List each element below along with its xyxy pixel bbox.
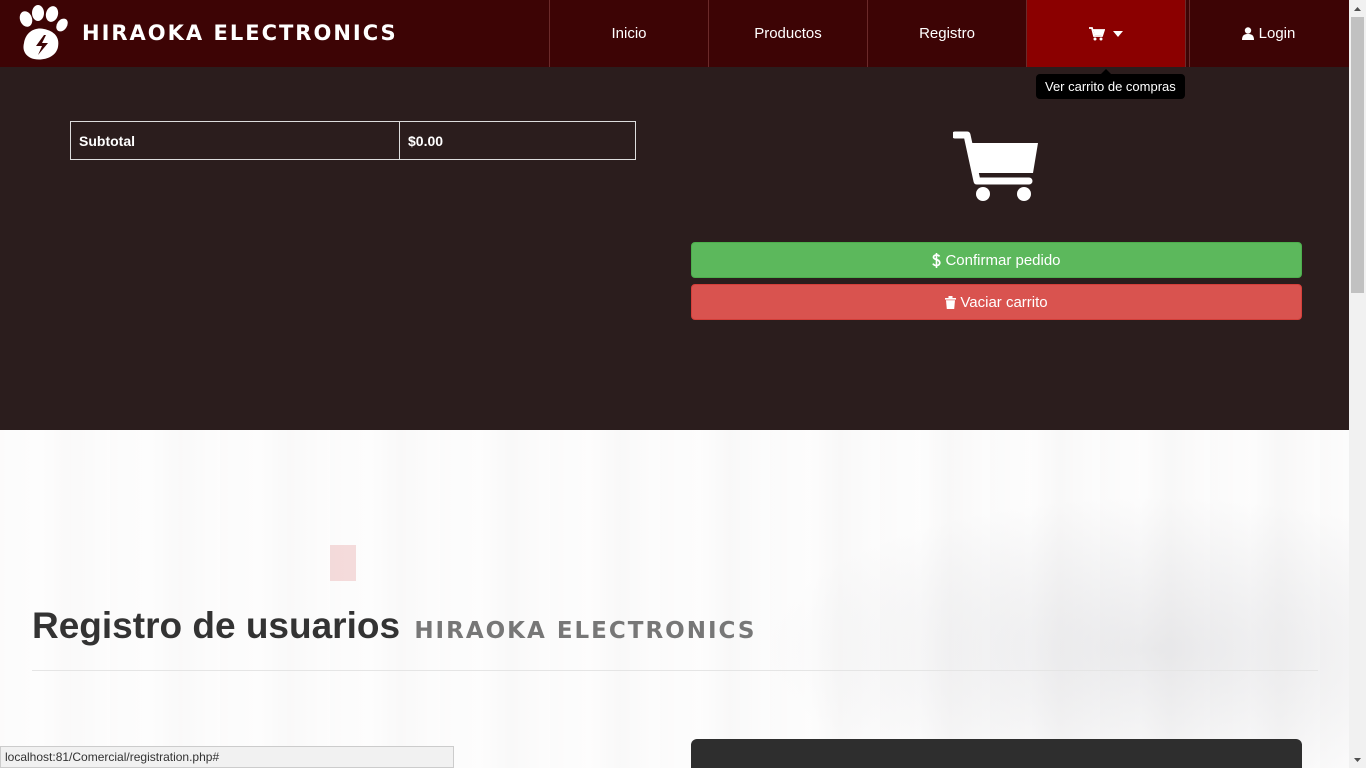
page-title: Registro de usuarios HIRAOKA ELECTRONICS (32, 605, 756, 647)
nav-item-cart-dropdown[interactable] (1026, 0, 1186, 67)
registration-panel (691, 739, 1302, 768)
shopping-cart-icon (953, 131, 1038, 201)
background-image-detail (330, 545, 356, 581)
confirm-order-button[interactable]: Confirmar pedido (691, 242, 1302, 278)
dollar-icon (932, 252, 942, 268)
empty-cart-button[interactable]: Vaciar carrito (691, 284, 1302, 320)
paw-lightning-icon (19, 5, 68, 60)
background-image (700, 470, 1349, 768)
subtotal-label: Subtotal (70, 121, 400, 160)
divider (32, 670, 1318, 671)
login-label: Login (1258, 25, 1296, 42)
caret-down-icon (1113, 30, 1123, 37)
scroll-down-arrow-icon[interactable] (1349, 751, 1366, 768)
user-icon (1241, 27, 1254, 40)
scrollbar-thumb[interactable] (1351, 17, 1364, 293)
nav-item-productos[interactable]: Productos (708, 0, 867, 67)
navbar: HIRAOKA ELECTRONICS Inicio Productos Reg… (0, 0, 1349, 67)
trash-icon (945, 295, 957, 309)
nav-item-registro[interactable]: Registro (867, 0, 1026, 67)
subtotal-table: Subtotal $0.00 (70, 121, 636, 160)
brand[interactable]: HIRAOKA ELECTRONICS (14, 4, 398, 62)
page-title-brand: HIRAOKA ELECTRONICS (414, 618, 757, 644)
nav-item-login[interactable]: Login (1189, 0, 1347, 67)
vertical-scrollbar[interactable] (1349, 0, 1366, 768)
scroll-up-arrow-icon[interactable] (1349, 0, 1366, 17)
table-row: Subtotal $0.00 (70, 121, 636, 160)
brand-name: HIRAOKA ELECTRONICS (82, 21, 398, 45)
shopping-cart-icon (1089, 26, 1105, 40)
empty-cart-label: Vaciar carrito (960, 293, 1048, 311)
cart-dropdown-panel: Subtotal $0.00 Confirmar pedido Vaciar c… (0, 67, 1349, 430)
browser-status-bar: localhost:81/Comercial/registration.php# (0, 746, 454, 768)
confirm-order-label: Confirmar pedido (945, 251, 1061, 269)
page-title-text: Registro de usuarios (32, 605, 401, 646)
nav-item-inicio[interactable]: Inicio (549, 0, 708, 67)
nav-menu: Inicio Productos Registro Login (549, 0, 1347, 67)
cart-tooltip: Ver carrito de compras (1036, 74, 1185, 99)
subtotal-value: $0.00 (399, 121, 636, 160)
